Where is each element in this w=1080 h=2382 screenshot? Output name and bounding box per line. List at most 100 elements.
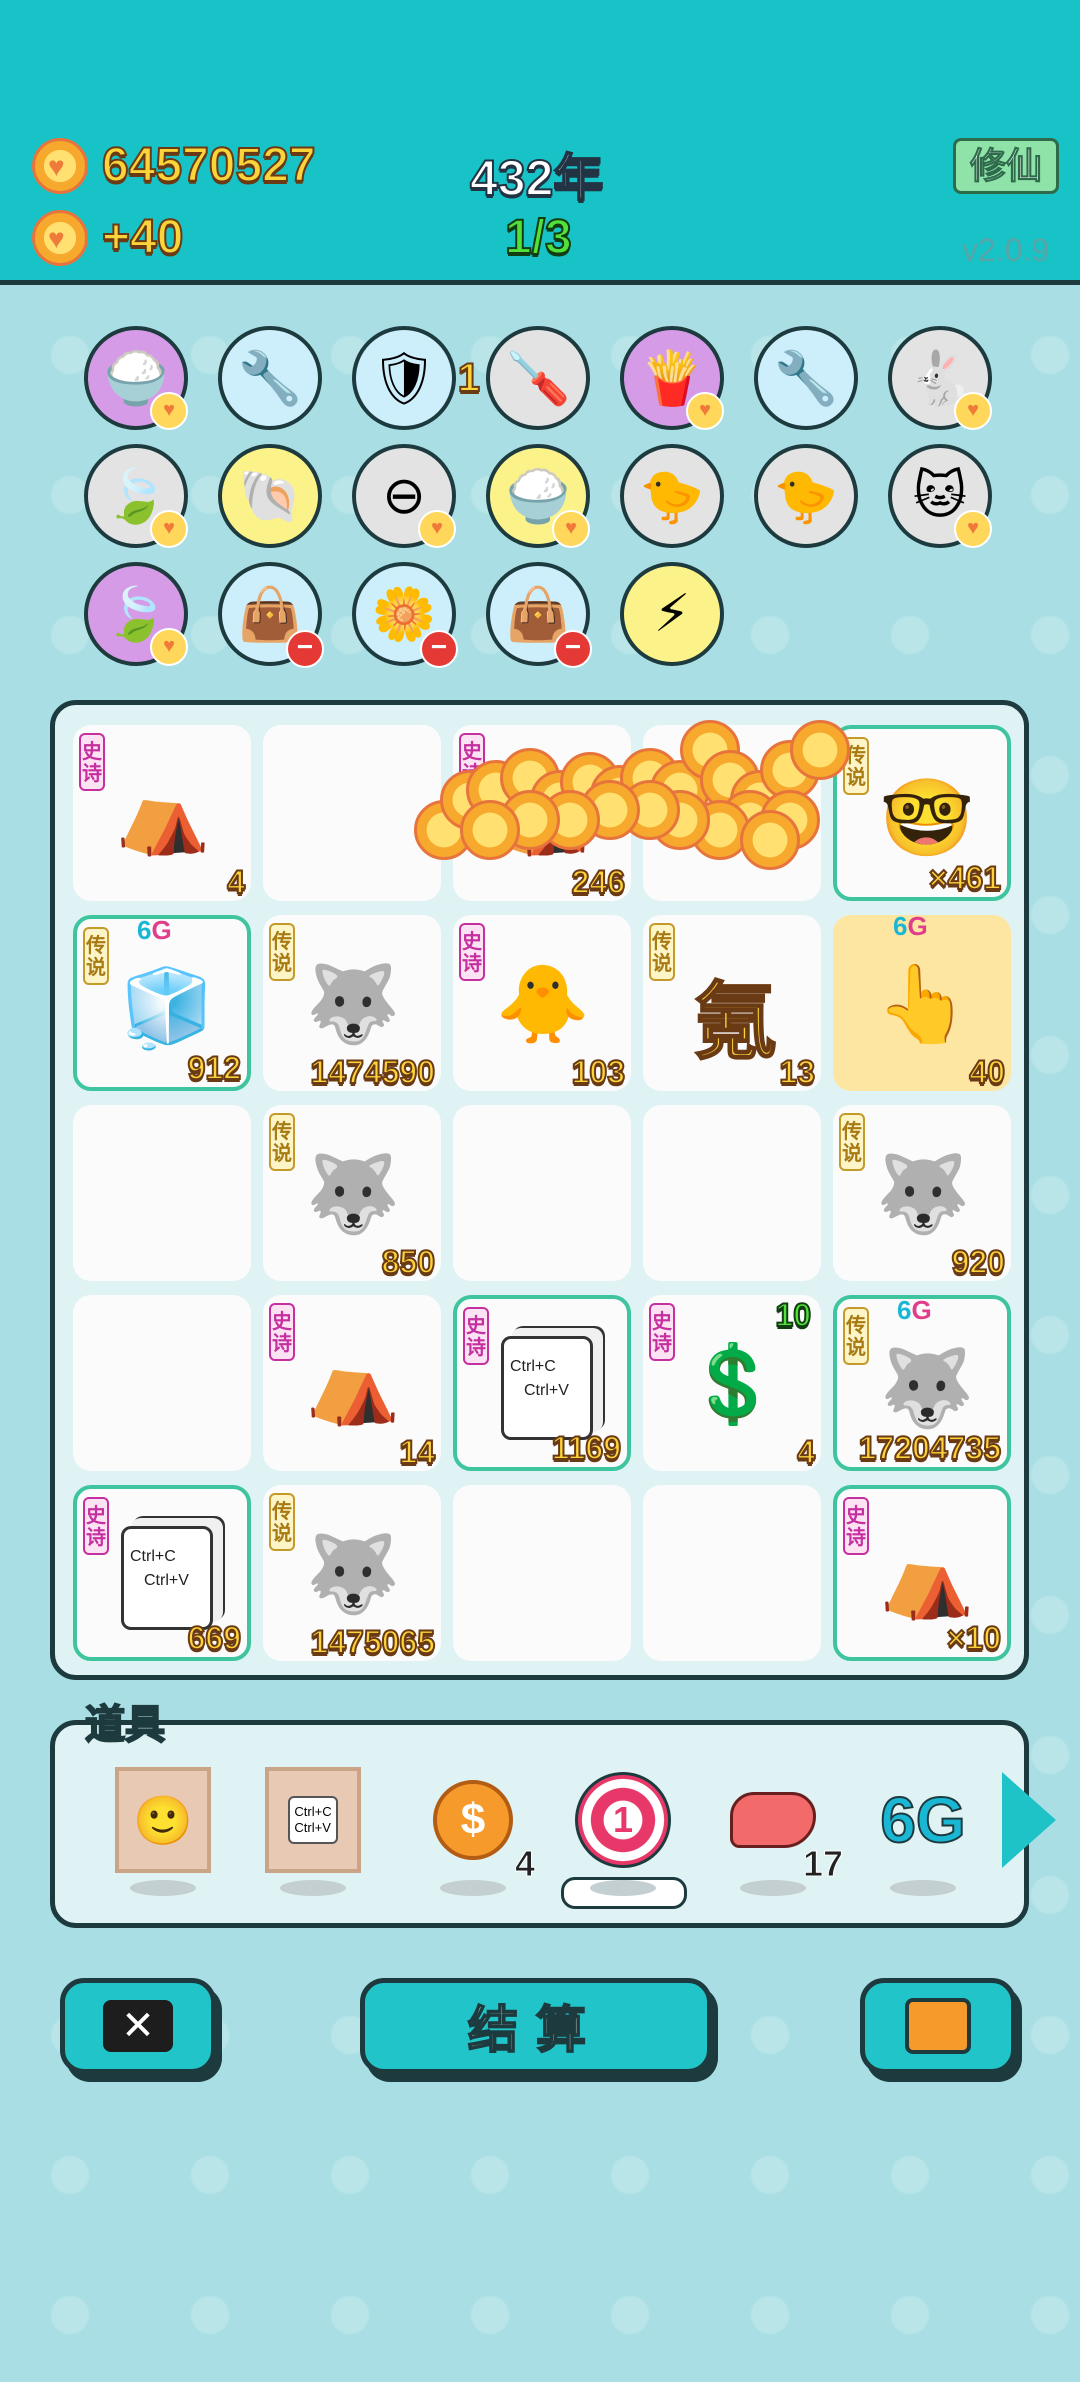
cell-count: 14: [398, 1433, 436, 1471]
flying-coin-icon: [460, 800, 520, 860]
board-cell-empty[interactable]: [453, 1105, 631, 1281]
screwdriver-icon[interactable]: 🪛: [486, 326, 590, 430]
board-cell[interactable]: 史诗 Ctrl+C Ctrl+V 669: [73, 1485, 251, 1661]
cell-count: 1169: [551, 1429, 622, 1467]
top-bar: ♥ 64570527 ♥ +40 432年 1/3 修仙 v2.0.9: [0, 0, 1080, 285]
epic-tag: 史诗: [83, 1497, 109, 1555]
cultivate-button[interactable]: 修仙: [953, 138, 1059, 194]
cell-count: 4: [796, 1433, 816, 1471]
rice-bowl-icon[interactable]: 🍚 ♥: [84, 326, 188, 430]
board-cell-empty[interactable]: [73, 1295, 251, 1471]
chick-icon[interactable]: 🐤: [620, 444, 724, 548]
epic-tag: 史诗: [269, 1303, 295, 1361]
shell-icon[interactable]: 🐚: [218, 444, 322, 548]
epic-tag: 史诗: [463, 1307, 489, 1365]
six-g-badge: 6G: [897, 1295, 932, 1325]
six-g-badge: 6G: [137, 915, 172, 945]
arrow-right-icon[interactable]: [1002, 1772, 1056, 1868]
legend-tag: 传说: [839, 1113, 865, 1171]
heart-badge-icon: ♥: [954, 510, 992, 548]
board-cell[interactable]: 史诗 💲 10 4: [643, 1295, 821, 1471]
close-icon: ✕: [103, 2000, 173, 2052]
board-cell[interactable]: 传说 🐺 920: [833, 1105, 1011, 1281]
cats-icon[interactable]: 🐱 ♥: [888, 444, 992, 548]
board-cell[interactable]: 传说氪 13: [643, 915, 821, 1091]
board-cell[interactable]: 史诗 🐥 103: [453, 915, 631, 1091]
board-cell[interactable]: 传说 🐺 1474590: [263, 915, 441, 1091]
item-shadow: [440, 1880, 506, 1896]
epic-tag: 史诗: [843, 1497, 869, 1555]
fries-icon[interactable]: 🍟 ♥: [620, 326, 724, 430]
board-cell[interactable]: 传说 🤓 ×461: [833, 725, 1011, 901]
board-cell-empty[interactable]: [73, 1105, 251, 1281]
board-cell[interactable]: 传说 🐺 1475065: [263, 1485, 441, 1661]
board-cell[interactable]: 6G 👆 40: [833, 911, 1011, 1091]
cell-count: 40: [968, 1053, 1006, 1091]
briefcase-icon: [905, 1998, 971, 2054]
item-shadow: [280, 1880, 346, 1896]
minus-badge-icon: −: [286, 630, 324, 668]
copy-frame-icon[interactable]: Ctrl+C Ctrl+V: [263, 1765, 363, 1875]
cell-count: 1474590: [309, 1053, 436, 1091]
briefcase-button[interactable]: [860, 1978, 1016, 2074]
legend-tag: 传说: [649, 923, 675, 981]
level-badge: 10: [774, 1296, 812, 1334]
flying-coin-icon: [740, 810, 800, 870]
board-cell-empty[interactable]: [643, 1485, 821, 1661]
rabbit-icon[interactable]: 🐇 ♥: [888, 326, 992, 430]
pump-icon[interactable]: 🔧: [754, 326, 858, 430]
cell-count: 850: [381, 1243, 436, 1281]
minus-sign-icon[interactable]: ⊖ ♥: [352, 444, 456, 548]
cell-count: 920: [951, 1243, 1006, 1281]
board-cell[interactable]: 史诗 ⛺ 4: [73, 725, 251, 901]
minus-badge-icon: −: [554, 630, 592, 668]
item-shadow: [740, 1880, 806, 1896]
tool-count: 4: [514, 1843, 536, 1885]
board-cell-empty[interactable]: [643, 1105, 821, 1281]
target-icon[interactable]: 1: [561, 1765, 687, 1909]
board-cell[interactable]: 史诗 Ctrl+C Ctrl+V 1169: [453, 1295, 631, 1471]
board-cell-empty[interactable]: [263, 725, 441, 901]
tent-icon: ⛺: [115, 772, 211, 857]
six-g-icon[interactable]: 6G: [873, 1765, 973, 1875]
husky-icon: 🐺: [305, 1152, 401, 1237]
coin-rate-icon: ♥: [32, 210, 88, 266]
rice-bowl-icon[interactable]: 🍚 ♥: [486, 444, 590, 548]
leaf-icon[interactable]: 🍃 ♥: [84, 444, 188, 548]
epic-tag: 史诗: [459, 923, 485, 981]
board-cell[interactable]: 传说 6G 🧊 912: [73, 915, 251, 1091]
husky-icon: 🐺: [305, 962, 401, 1047]
settle-button[interactable]: 结算: [360, 1978, 712, 2074]
shield-icon[interactable]: 🛡 1: [352, 326, 481, 430]
bag-icon[interactable]: 👜 −: [218, 562, 324, 668]
pump-icon[interactable]: 🔧: [218, 326, 322, 430]
legend-tag: 传说: [843, 1307, 869, 1365]
heart-badge-icon: ♥: [150, 628, 188, 666]
lightning-icon[interactable]: ⚡: [620, 562, 724, 666]
version-label: v2.0.9: [962, 232, 1050, 268]
char-icon: 氪: [692, 974, 778, 1070]
close-button[interactable]: ✕: [60, 1978, 216, 2074]
coin-rate: +40: [101, 210, 184, 265]
board-cell[interactable]: 史诗 ⛺ 14: [263, 1295, 441, 1471]
cell-count: 246: [571, 863, 626, 901]
chick-icon[interactable]: 🐤: [754, 444, 858, 548]
face-frame-icon[interactable]: 🙂: [113, 1765, 213, 1875]
cell-count: ×10: [946, 1619, 1002, 1657]
cell-count: 669: [187, 1619, 242, 1657]
leaf-icon[interactable]: 🍃 ♥: [84, 562, 188, 666]
bag-icon[interactable]: 👜 −: [486, 562, 592, 668]
cell-count: 912: [187, 1049, 242, 1087]
board-cell-empty[interactable]: [453, 1485, 631, 1661]
board-cell[interactable]: 传说 6G 🐺 17204735: [833, 1295, 1011, 1471]
dollar-coin-icon[interactable]: $: [423, 1765, 523, 1875]
flower-pot-icon[interactable]: 🌼 −: [352, 562, 458, 668]
board-cell[interactable]: 史诗 ⛺ ×10: [833, 1485, 1011, 1661]
legend-tag: 传说: [269, 1113, 295, 1171]
board-cell[interactable]: 传说 🐺 850: [263, 1105, 441, 1281]
cell-count: ×461: [928, 859, 1002, 897]
chick-icon: 🐥: [495, 962, 591, 1047]
epic-tag: 史诗: [79, 733, 105, 791]
item-shadow: [130, 1880, 196, 1896]
husky-icon: 🐺: [875, 1152, 971, 1237]
